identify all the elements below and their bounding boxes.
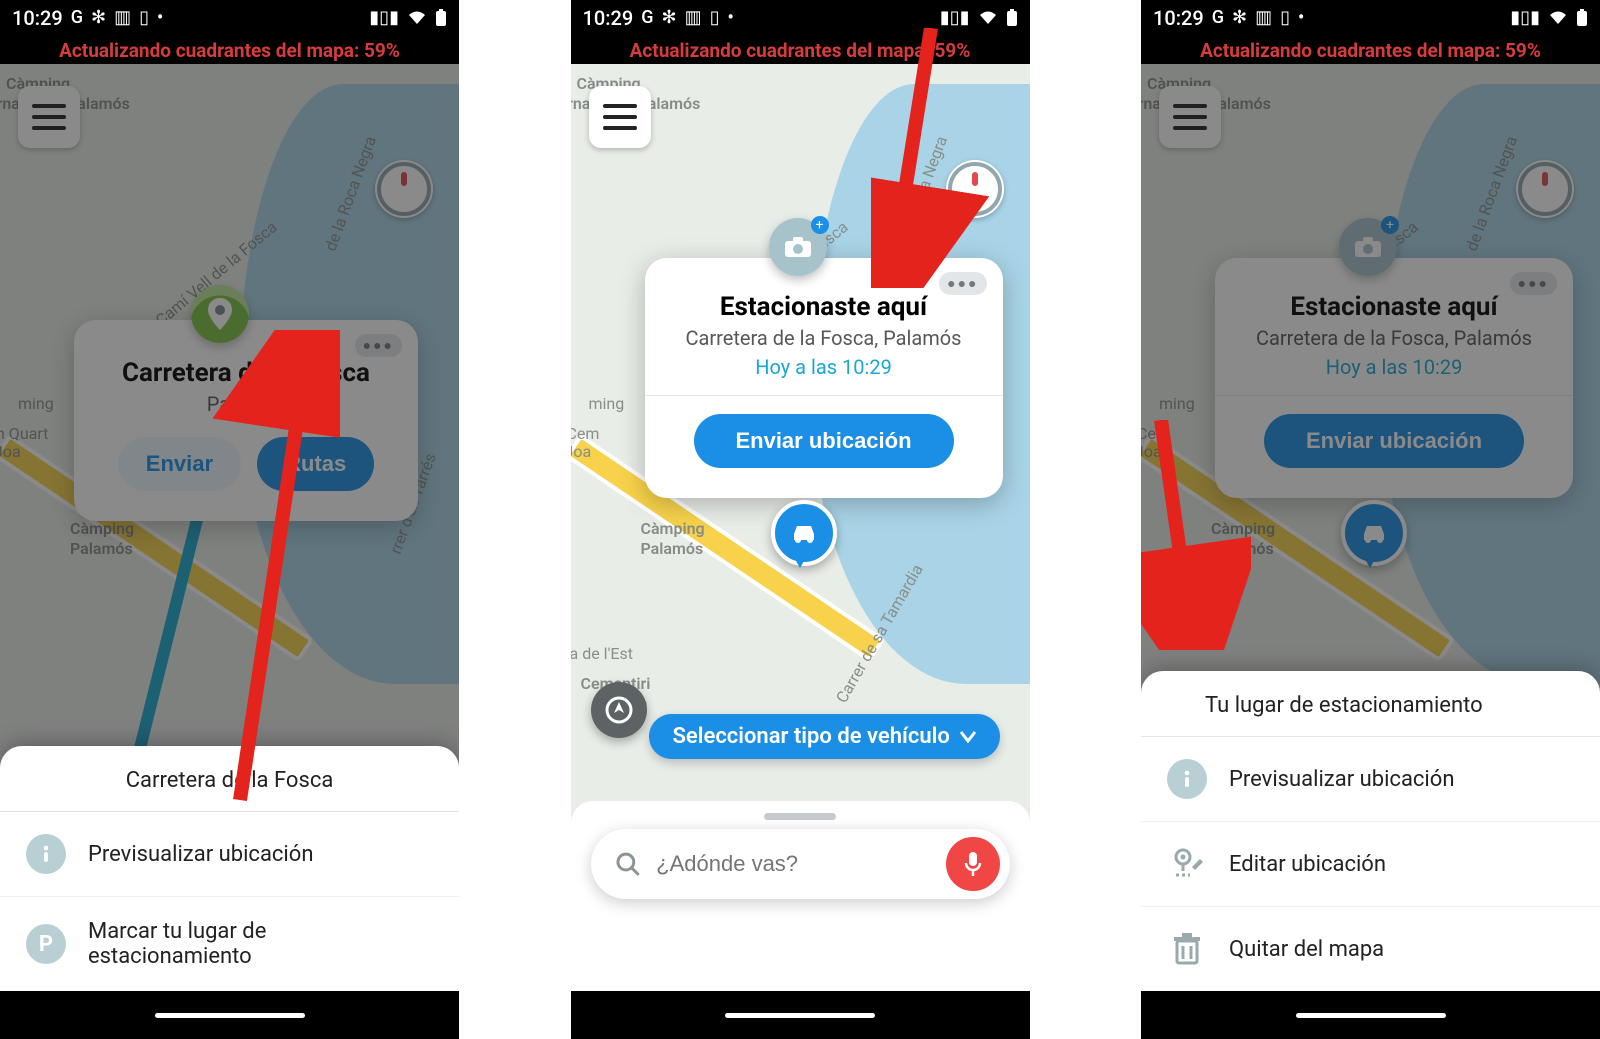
dot-icon: • <box>728 9 734 27</box>
card-address: Carretera de la Fosca, Palamós <box>671 326 977 351</box>
edit-pin-icon <box>1167 844 1207 884</box>
update-banner: Actualizando cuadrantes del mapa: 59% <box>1141 36 1600 64</box>
parking-icon: P <box>26 924 66 964</box>
preview-location-item[interactable]: Previsualizar ubicación <box>1141 737 1600 822</box>
chevron-down-icon <box>960 731 976 743</box>
phone-3: 10:29 G ✻ ▥ ▯ • ▮▯▮ Actualizando cuadran… <box>1141 0 1600 1039</box>
google-icon: G <box>1212 9 1224 27</box>
update-banner: Actualizando cuadrantes del mapa: 59% <box>571 36 1030 64</box>
vibrate-icon: ▮▯▮ <box>940 9 970 27</box>
android-nav[interactable] <box>1141 991 1600 1039</box>
map-label: Palamós <box>641 539 704 558</box>
map-label: da de l'Est <box>571 644 633 663</box>
chip-label: Seleccionar tipo de vehículo <box>673 724 950 749</box>
trash-icon <box>1167 929 1207 969</box>
drag-handle[interactable] <box>764 813 836 820</box>
android-nav[interactable] <box>0 991 459 1039</box>
mic-icon <box>964 851 982 877</box>
item-label: Marcar tu lugar de estacionamiento <box>88 919 433 969</box>
card-time: Hoy a las 10:29 <box>671 355 977 379</box>
battery-icon <box>435 9 447 27</box>
card-title: Estacionaste aquí <box>671 292 977 322</box>
status-bar: 10:29 G ✻ ▥ ▯ • ▮▯▮ <box>0 0 459 36</box>
notif-icon: ▥ <box>685 9 702 27</box>
android-nav[interactable] <box>571 991 1030 1039</box>
sheet-title: Carretera de la Fosca <box>0 746 459 812</box>
dot-icon: • <box>1298 9 1304 27</box>
info-icon <box>1167 759 1207 799</box>
search-input[interactable] <box>654 850 946 878</box>
map-label: ming <box>589 394 625 413</box>
preview-location-item[interactable]: Previsualizar ubicación <box>0 812 459 897</box>
map-label: Cem <box>571 424 600 443</box>
sim-icon: ▯ <box>139 9 149 27</box>
menu-button[interactable] <box>589 86 651 148</box>
phone-2: 10:29 G ✻ ▥ ▯ • ▮▯▮ Actualizando cuadran… <box>571 0 1030 1039</box>
vibrate-icon: ▮▯▮ <box>1510 9 1540 27</box>
google-icon: G <box>71 9 83 27</box>
wifi-icon <box>978 10 998 26</box>
vehicle-type-chip[interactable]: Seleccionar tipo de vehículo <box>649 714 1000 759</box>
battery-icon <box>1006 9 1018 27</box>
sim-icon: ▯ <box>710 9 720 27</box>
google-icon: G <box>641 9 653 27</box>
info-icon <box>26 834 66 874</box>
notif-icon: ▥ <box>114 9 131 27</box>
hamburger-icon <box>603 104 637 130</box>
plus-icon: + <box>811 216 829 234</box>
map-label: Joa <box>571 442 592 461</box>
parked-card: ●●● Estacionaste aquí Carretera de la Fo… <box>645 258 1003 498</box>
send-location-button[interactable]: Enviar ubicación <box>694 414 954 468</box>
status-bar: 10:29 G ✻ ▥ ▯ • ▮▯▮ <box>1141 0 1600 36</box>
car-pin[interactable] <box>771 500 829 572</box>
camera-icon <box>784 236 812 258</box>
status-time: 10:29 <box>583 6 634 30</box>
status-time: 10:29 <box>1153 6 1204 30</box>
wifi-icon <box>407 10 427 26</box>
status-bar: 10:29 G ✻ ▥ ▯ • ▮▯▮ <box>571 0 1030 36</box>
notif-icon: ▥ <box>1255 9 1272 27</box>
parking-bottom-sheet: Tu lugar de estacionamiento Previsualiza… <box>1141 671 1600 991</box>
item-label: Previsualizar ubicación <box>1229 767 1454 792</box>
vibrate-icon: ▮▯▮ <box>369 9 399 27</box>
mark-parking-item[interactable]: P Marcar tu lugar de estacionamiento <box>0 897 459 991</box>
phone-1: 10:29 G ✻ ▥ ▯ • ▮▯▮ Actualizando cuadran… <box>0 0 459 1039</box>
item-label: Editar ubicación <box>1229 852 1386 877</box>
battery-icon <box>1576 9 1588 27</box>
recenter-icon <box>605 696 633 724</box>
camera-badge[interactable]: + <box>769 218 827 276</box>
bottom-sheet: Carretera de la Fosca Previsualizar ubic… <box>0 746 459 991</box>
search-icon <box>615 851 641 877</box>
search-bar[interactable] <box>591 829 1010 899</box>
status-time: 10:29 <box>12 6 63 30</box>
fan-icon: ✻ <box>662 9 677 27</box>
sheet-title: Tu lugar de estacionamiento <box>1141 671 1600 737</box>
fan-icon: ✻ <box>91 9 106 27</box>
mic-button[interactable] <box>946 837 999 891</box>
item-label: Quitar del mapa <box>1229 937 1384 962</box>
wifi-icon <box>1548 10 1568 26</box>
edit-location-item[interactable]: Editar ubicación <box>1141 822 1600 907</box>
car-icon <box>789 522 819 544</box>
dot-icon: • <box>157 9 163 27</box>
card-more-button[interactable]: ●●● <box>939 272 986 295</box>
map-label: Càmping <box>641 519 705 538</box>
item-label: Previsualizar ubicación <box>88 842 313 867</box>
recenter-button[interactable] <box>591 682 647 738</box>
compass-button[interactable] <box>946 160 1004 218</box>
update-banner: Actualizando cuadrantes del mapa: 59% <box>0 36 459 64</box>
fan-icon: ✻ <box>1232 9 1247 27</box>
remove-from-map-item[interactable]: Quitar del mapa <box>1141 907 1600 991</box>
sim-icon: ▯ <box>1280 9 1290 27</box>
